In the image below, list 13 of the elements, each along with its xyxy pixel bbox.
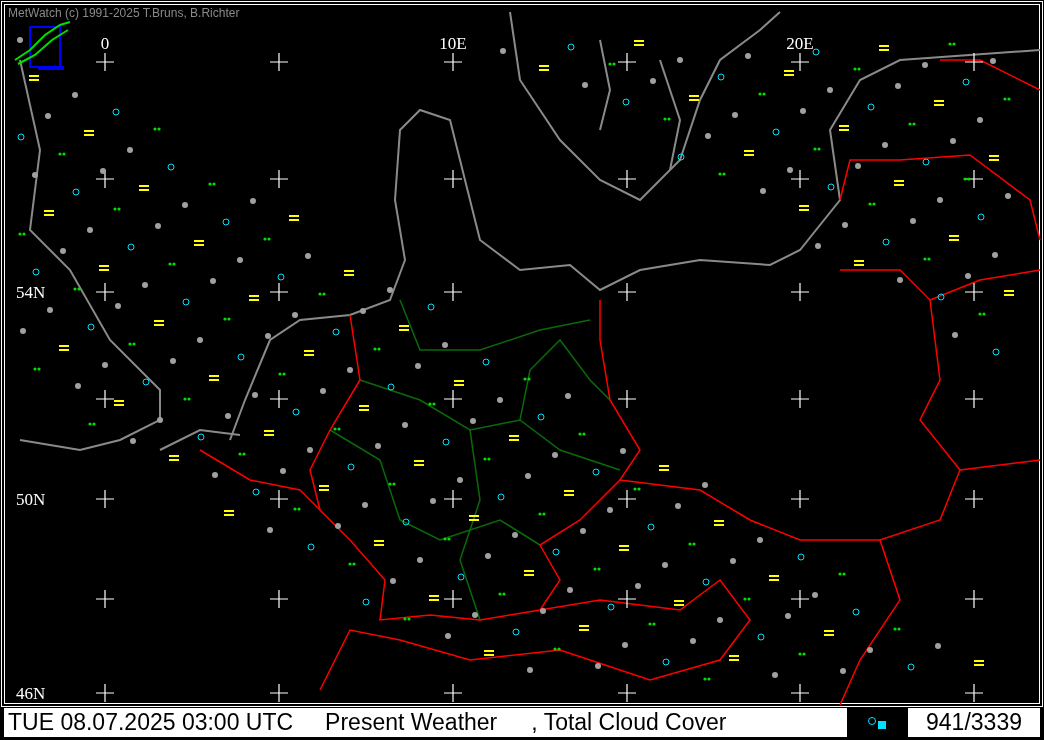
latitude-label: 46N [16, 684, 46, 703]
longitude-label: 0 [100, 34, 110, 53]
latitude-label: 50N [16, 490, 46, 509]
latitude-label: 54N [16, 283, 46, 302]
longitude-label: 10E [439, 34, 467, 53]
parameter-name: Present Weather [325, 709, 498, 736]
longitude-label: 20E [786, 34, 814, 53]
cloud-cover-icon [866, 715, 889, 730]
date-time: TUE 08.07.2025 03:00 UTC [8, 709, 294, 736]
station-count: 941/3339 [908, 708, 1040, 737]
logo-icon [14, 21, 71, 70]
secondary-parameter-name: , Total Cloud Cover [531, 709, 727, 736]
copyright-title: MetWatch (c) 1991-2025 T.Bruns, B.Richter [8, 6, 240, 20]
